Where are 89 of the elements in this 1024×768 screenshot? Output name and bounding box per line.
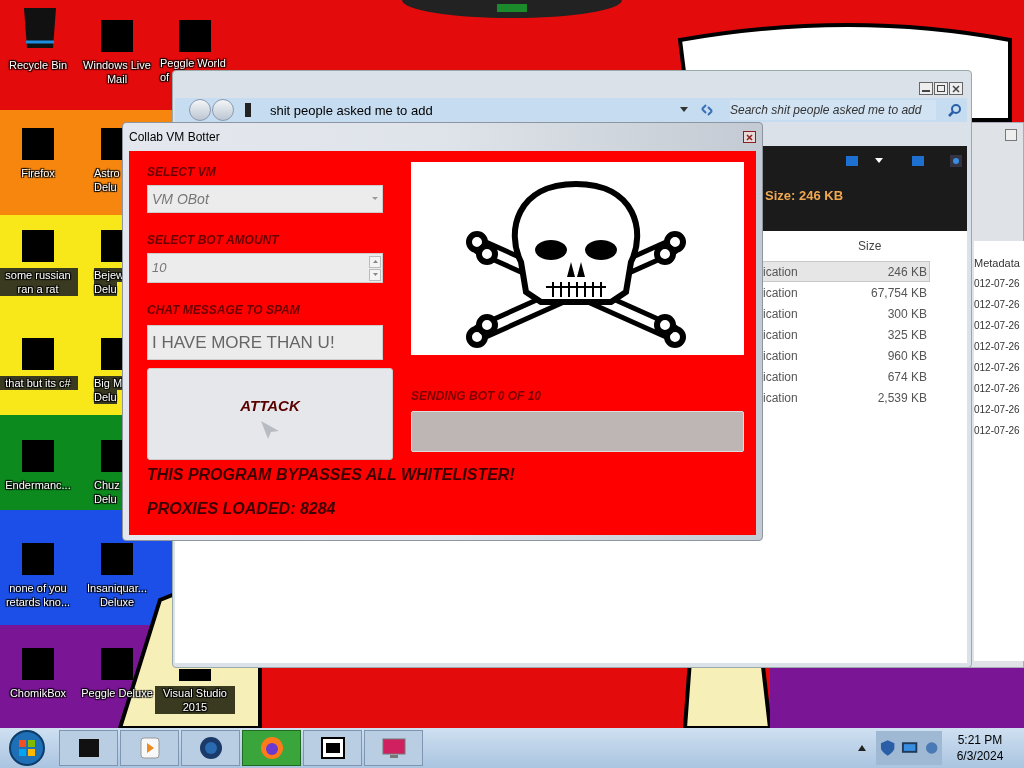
file-row[interactable]: ication 67,754 KB	[760, 282, 930, 303]
icon-label[interactable]: 2015	[155, 700, 235, 714]
date-cell-text: 012-07-26	[974, 402, 1021, 417]
icon-label[interactable]: Mail	[77, 72, 157, 86]
icon-label[interactable]: none of you	[0, 581, 78, 595]
icon-label[interactable]: Windows Live	[77, 58, 157, 72]
dropdown-icon	[372, 197, 378, 201]
monitor-icon	[380, 735, 407, 761]
date-cell-text: 012-07-26	[974, 318, 1021, 333]
maximize-button[interactable]	[934, 82, 948, 95]
back-button[interactable]	[189, 99, 211, 121]
icon-label[interactable]: Visual Studio	[155, 686, 235, 700]
spin-up-button[interactable]	[369, 255, 381, 268]
preview-icon[interactable]	[911, 155, 925, 167]
taskbar-button[interactable]	[59, 730, 118, 766]
column-header[interactable]: Metadata	[974, 255, 1024, 272]
message-field[interactable]: I HAVE MORE THAN U!	[147, 325, 383, 360]
minimize-button[interactable]	[1005, 129, 1017, 141]
icon-label[interactable]: Chuz	[94, 478, 120, 492]
icon-label[interactable]: Recycle Bin	[0, 58, 78, 72]
help-icon[interactable]	[949, 154, 963, 168]
close-icon	[952, 84, 960, 93]
date-cell-text: 012-07-26	[974, 297, 1021, 312]
file-row[interactable]: ication 325 KB	[760, 324, 930, 345]
address-field[interactable]: shit people asked me to add	[270, 101, 680, 119]
icon-label[interactable]: that but its c#	[0, 376, 78, 390]
firefox-icon	[258, 735, 285, 761]
network-icon[interactable]	[901, 741, 919, 755]
icon-label[interactable]: Insaniquar...	[77, 581, 157, 595]
start-button[interactable]	[8, 729, 46, 767]
trash-bin-icon[interactable]	[22, 6, 58, 50]
globe-icon	[197, 735, 224, 761]
notice-text: THIS PROGRAM BYPASSES ALL WHITELISTER!	[147, 465, 515, 485]
taskbar-button[interactable]	[303, 730, 362, 766]
clock[interactable]: 5:21 PM 6/3/2024	[942, 732, 1018, 764]
icon-label[interactable]: Delu	[94, 282, 117, 296]
file-row[interactable]: ication 960 KB	[760, 345, 930, 366]
progress-label: SENDING BOT 0 OF 10	[411, 388, 543, 405]
spinner-value: 10	[152, 259, 167, 278]
icon-label[interactable]: Peggle World	[160, 56, 226, 70]
down-icon	[372, 273, 378, 276]
icon-label[interactable]: ran a rat	[0, 282, 78, 296]
attack-button[interactable]: ATTACK	[147, 368, 393, 460]
up-icon	[372, 260, 378, 263]
dropdown-icon[interactable]	[680, 107, 688, 113]
dropdown-icon[interactable]	[875, 158, 883, 164]
file-row[interactable]: ication 246 KB	[760, 261, 930, 282]
icon-label[interactable]: Big M	[94, 376, 123, 390]
close-button[interactable]	[949, 82, 963, 95]
date-cell-text: 012-07-26	[974, 360, 1021, 375]
file-row[interactable]: ication 300 KB	[760, 303, 930, 324]
file-row[interactable]: ication 2,539 KB	[760, 387, 930, 408]
search-icon[interactable]	[948, 103, 962, 117]
icon-label[interactable]: Delu	[94, 390, 117, 404]
date-cell-text: 012-07-26	[974, 276, 1021, 291]
dropdown-value: VM OBot	[152, 189, 209, 209]
archive-icon	[319, 735, 346, 761]
icon-label[interactable]: of	[160, 70, 170, 84]
refresh-icon[interactable]	[700, 104, 714, 116]
column-header[interactable]: Size	[858, 237, 882, 255]
speaker-icon[interactable]	[924, 741, 938, 755]
file-row[interactable]: ication 674 KB	[760, 366, 930, 387]
field-label: SELECT VM	[147, 164, 217, 181]
date-cell-text: 012-07-26	[974, 339, 1021, 354]
forward-button[interactable]	[212, 99, 234, 121]
vm-dropdown[interactable]: VM OBot	[147, 185, 383, 213]
date-cell-text: 012-07-26	[974, 381, 1021, 396]
icon-label[interactable]: ChomikBox	[0, 686, 78, 700]
icon-label[interactable]: some russian	[0, 268, 78, 282]
minimize-button[interactable]	[919, 82, 933, 95]
icon-label[interactable]: Endermanc...	[0, 478, 78, 492]
window-title: Collab VM Botter	[129, 129, 220, 146]
view-icon[interactable]	[845, 155, 859, 167]
field-label: SELECT BOT AMOUNT	[147, 232, 281, 249]
taskbar-button[interactable]	[181, 730, 240, 766]
field-label: CHAT MESSAGE TO SPAM	[147, 302, 301, 319]
date-cell-text: 012-07-26	[974, 423, 1021, 438]
file-size-text: Size: 246 KB	[765, 187, 844, 205]
icon-label[interactable]: retards kno...	[0, 595, 78, 609]
search-field[interactable]: Search shit people asked me to add	[730, 100, 936, 120]
bot-amount-spinner[interactable]: 10	[147, 253, 383, 283]
shield-icon[interactable]	[880, 739, 896, 757]
close-icon	[746, 133, 753, 141]
notice-text: PROXIES LOADED: 8284	[147, 499, 337, 519]
icon-label[interactable]: Deluxe	[77, 595, 157, 609]
close-button[interactable]	[743, 131, 756, 143]
spin-down-button[interactable]	[369, 268, 381, 281]
tray-expand-icon[interactable]	[858, 745, 866, 751]
icon-label[interactable]: Delu	[94, 492, 117, 506]
